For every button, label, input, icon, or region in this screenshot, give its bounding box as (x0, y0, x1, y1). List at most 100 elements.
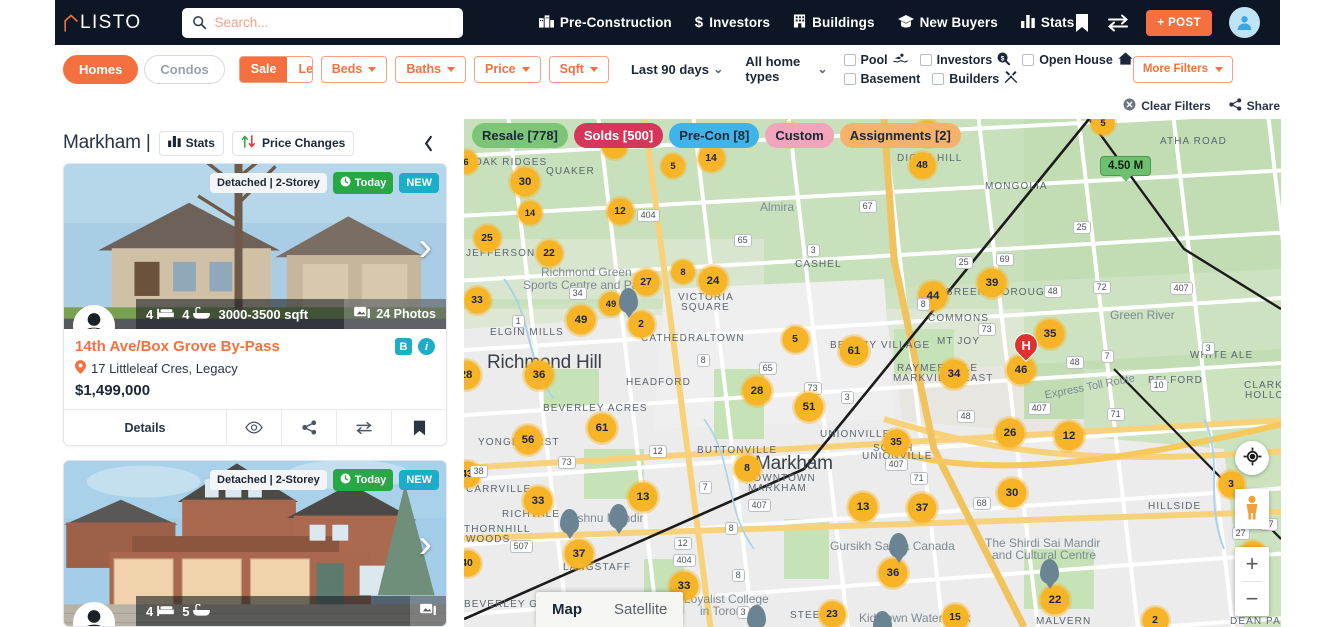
map-cluster-marker[interactable]: 25 (471, 222, 503, 254)
share-icon[interactable] (281, 410, 336, 445)
photo-count[interactable] (410, 596, 446, 626)
next-photo-button[interactable]: › (419, 227, 432, 267)
filter-beds[interactable]: Beds (320, 55, 388, 83)
map-price-tag[interactable]: 4.50 M (1100, 156, 1152, 176)
map-cluster-marker[interactable]: 12 (1051, 418, 1087, 454)
filter-lease[interactable]: Lease (287, 56, 312, 82)
map-cluster-marker[interactable]: 15 (939, 601, 971, 627)
poi-pin[interactable] (747, 605, 766, 627)
nav-item-stats[interactable]: Stats (1020, 14, 1075, 31)
map-cluster-marker[interactable]: 22 (1037, 582, 1073, 618)
info-badge[interactable]: i (418, 338, 435, 355)
map-cluster-marker[interactable]: 56 (510, 422, 546, 458)
zoom-out-button[interactable]: − (1235, 582, 1269, 616)
map-pill-custom[interactable]: Custom (765, 123, 834, 148)
map-cluster-marker[interactable]: 23 (816, 598, 848, 627)
filter-baths[interactable]: Baths (395, 55, 467, 83)
map-cluster-marker[interactable]: 37 (904, 490, 940, 526)
map-pill-resale[interactable]: Resale [778] (472, 123, 568, 148)
map-cluster-marker[interactable]: 14 (516, 199, 544, 227)
map-cluster-marker[interactable]: 26 (992, 415, 1028, 451)
map-pill-precon[interactable]: Pre-Con [8] (669, 123, 760, 148)
filter-price[interactable]: Price (474, 55, 541, 83)
stats-button[interactable]: Stats (158, 130, 224, 156)
compare-icon[interactable] (336, 410, 391, 445)
map-view-map[interactable]: Map (536, 592, 598, 627)
clear-filters-button[interactable]: Clear Filters (1123, 98, 1211, 114)
nav-item-new-buyers[interactable]: New Buyers (897, 14, 998, 31)
map-cluster-marker[interactable]: 51 (791, 389, 827, 425)
map-cluster-marker[interactable]: 39 (974, 265, 1010, 301)
nav-item-investors[interactable]: $ Investors (695, 14, 770, 31)
brokerage-badge[interactable]: B (395, 338, 412, 355)
checkbox-box[interactable] (919, 53, 932, 66)
filter-sale[interactable]: Sale (239, 56, 288, 82)
map-cluster-marker[interactable]: 61 (584, 410, 620, 446)
map-cluster-marker[interactable]: 12 (604, 195, 636, 227)
map-cluster-marker[interactable]: 49 (563, 302, 599, 338)
checkbox-box[interactable] (1022, 53, 1035, 66)
map-cluster-marker[interactable]: 8 (731, 452, 763, 484)
map-cluster-marker[interactable]: 35 (880, 426, 912, 458)
filter-sqft[interactable]: Sqft (548, 55, 609, 83)
post-button[interactable]: + POST (1146, 9, 1212, 36)
listing-photo[interactable]: Detached | 2-Storey Today NEW › (64, 461, 446, 626)
listing-card[interactable]: Detached | 2-Storey Today NEW › (63, 460, 447, 627)
map-cluster-marker[interactable]: 37 (561, 536, 597, 572)
map-cluster-marker[interactable]: 30 (507, 164, 543, 200)
zoom-in-button[interactable]: + (1235, 547, 1269, 581)
map-cluster-marker[interactable]: 24 (695, 263, 731, 299)
details-button[interactable]: Details (64, 410, 226, 445)
poi-pin[interactable] (889, 533, 908, 558)
bookmark-icon[interactable] (391, 410, 446, 445)
map-cluster-marker[interactable]: 8 (669, 258, 697, 286)
street-view-pegman[interactable] (1235, 489, 1269, 529)
filter-homes[interactable]: Homes (63, 54, 139, 84)
map-cluster-marker[interactable]: 36 (521, 357, 557, 393)
photo-count[interactable]: 24 Photos (344, 299, 446, 329)
map-pill-assignments[interactable]: Assignments [2] (839, 123, 961, 148)
listing-photo[interactable]: Detached | 2-Storey Today NEW › (64, 164, 446, 329)
my-location-button[interactable] (1235, 441, 1269, 475)
search-input[interactable] (214, 15, 453, 30)
checkbox-box[interactable] (932, 72, 945, 85)
poi-pin[interactable] (560, 509, 579, 534)
map-cluster-marker[interactable]: 13 (845, 489, 881, 525)
poi-pin[interactable] (619, 288, 638, 313)
filter-condos[interactable]: Condos (144, 54, 225, 84)
map-cluster-marker[interactable]: 30 (994, 475, 1030, 511)
map-view-satellite[interactable]: Satellite (598, 592, 683, 627)
logo[interactable]: LISTO (63, 12, 170, 34)
listing-title[interactable]: 14th Ave/Box Grove By-Pass (75, 338, 280, 355)
nav-item-buildings[interactable]: Buildings (793, 14, 874, 31)
filter-date-range-select[interactable]: Last 90 days ⌄ (631, 62, 723, 77)
map-cluster-marker[interactable]: 36 (875, 555, 911, 591)
map-cluster-marker[interactable]: 33 (464, 284, 493, 316)
more-filters-button[interactable]: More Filters (1132, 55, 1233, 83)
checkbox-open-house[interactable]: Open House (1022, 52, 1133, 68)
bookmark-icon[interactable] (1074, 13, 1090, 33)
next-photo-button[interactable]: › (419, 524, 432, 564)
checkbox-pool[interactable]: Pool (843, 53, 908, 67)
checkbox-investors[interactable]: Investors $ (919, 52, 1011, 68)
nav-item-pre-construction[interactable]: Pre-Construction (538, 14, 672, 31)
map-cluster-marker[interactable]: 48 (906, 149, 938, 181)
map-cluster-marker[interactable]: 33 (520, 483, 556, 519)
map-cluster-marker[interactable]: 46 (1003, 352, 1039, 388)
listing-card[interactable]: Detached | 2-Storey Today NEW › (63, 163, 447, 446)
map-cluster-marker[interactable]: 5 (659, 152, 687, 180)
map-cluster-marker[interactable]: 28 (739, 373, 775, 409)
map-cluster-marker[interactable]: 61 (836, 333, 872, 369)
filter-home-types-select[interactable]: All home types ⌄ (745, 54, 827, 84)
map-pill-solds[interactable]: Solds [500] (573, 123, 664, 148)
poi-pin[interactable] (1040, 559, 1059, 584)
checkbox-box[interactable] (843, 72, 856, 85)
eye-icon[interactable] (226, 410, 281, 445)
map-panel[interactable]: OAK RIDGES QUAKER DICKS HILL ATHA ROAD M… (464, 119, 1281, 627)
checkbox-builders[interactable]: Builders (932, 70, 1018, 87)
map-cluster-marker[interactable]: 34 (936, 356, 972, 392)
map-cluster-marker[interactable]: 13 (625, 479, 661, 515)
share-button[interactable]: Share (1228, 98, 1280, 114)
sidebar-collapse-button[interactable] (415, 130, 441, 156)
poi-pin[interactable] (609, 504, 628, 529)
